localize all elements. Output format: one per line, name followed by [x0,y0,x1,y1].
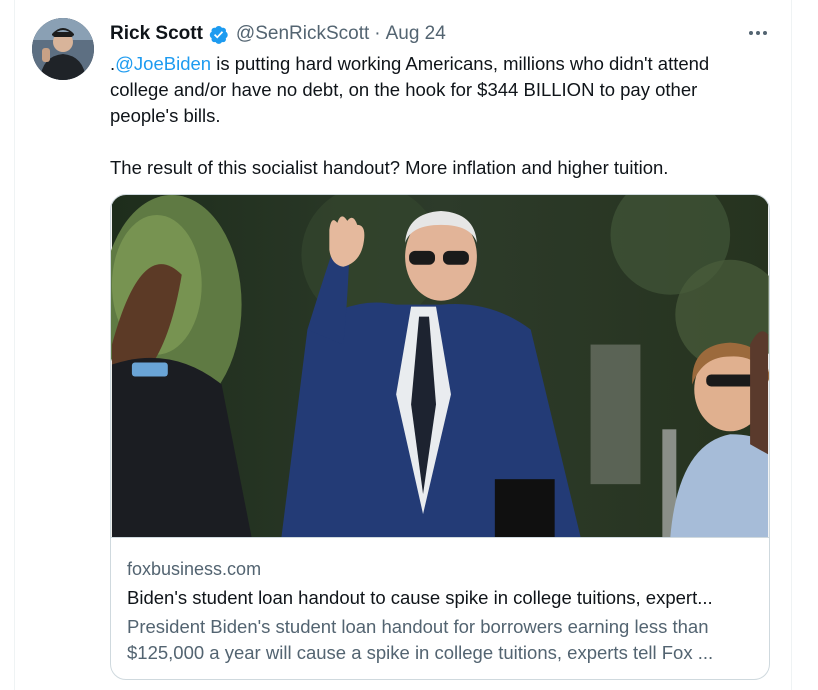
link-preview-card[interactable]: foxbusiness.com Biden's student loan han… [110,194,770,680]
avatar[interactable] [32,18,94,80]
avatar-photo-icon [32,18,94,80]
author-display-name[interactable]: Rick Scott [110,23,203,45]
card-description-line: $125,000 a year will cause a spike in co… [127,642,714,663]
tweet-text-line: The result of this socialist handout? Mo… [110,157,669,178]
mention-link[interactable]: @JoeBiden [115,53,211,74]
tweet-date[interactable]: Aug 24 [386,23,446,45]
tweet-text-segment: is putting hard working Americans, milli… [211,53,710,74]
article-photo-icon [111,195,769,538]
card-domain: foxbusiness.com [127,559,262,579]
tweet-text-line: people's bills. [110,105,221,126]
header-separator: · [374,23,381,44]
card-description: President Biden's student loan handout f… [127,614,757,666]
tweet-header: Rick Scott @SenRickScott · Aug 24 [110,20,446,48]
author-handle[interactable]: @SenRickScott [236,23,369,45]
more-options-icon[interactable] [746,24,770,42]
verified-badge-icon [208,24,229,45]
tweet-text-line: college and/or have no debt, on the hook… [110,79,698,100]
card-title: Biden's student loan handout to cause sp… [127,587,713,608]
card-description-line: President Biden's student loan handout f… [127,616,709,637]
tweet-text: .@JoeBiden is putting hard working Ameri… [110,51,770,181]
tweet-text-line: .@JoeBiden is putting hard working Ameri… [110,51,770,77]
